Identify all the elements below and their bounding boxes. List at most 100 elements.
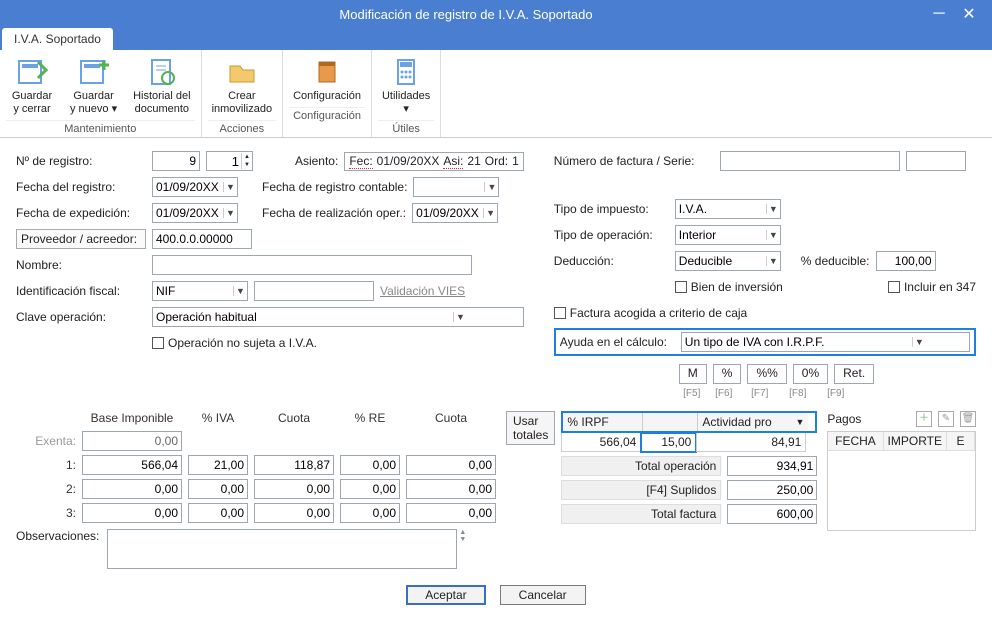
chevron-down-icon[interactable]: ▼ [766, 204, 780, 214]
totals-panel: Usar totales % IRPF Actividad pro▼ 566,0… [506, 411, 817, 569]
ayuda-calc-select[interactable]: ▼ [681, 332, 970, 352]
r2-pctiva[interactable] [188, 479, 248, 499]
pagos-col-importe: IMPORTE [884, 432, 947, 451]
obs-down-icon[interactable]: ▼ [459, 536, 466, 543]
irpf-base[interactable]: 566,04 [561, 433, 641, 452]
idfiscal-tipo-select[interactable]: ▼ [152, 281, 248, 301]
spin-up-icon[interactable]: ▲ [242, 153, 252, 161]
r1-pctre[interactable] [340, 455, 400, 475]
checkbox-icon [888, 281, 900, 293]
chevron-down-icon[interactable]: ▼ [795, 417, 804, 427]
chevron-down-icon[interactable]: ▼ [912, 337, 926, 347]
r1-cuota[interactable] [254, 455, 334, 475]
serie-input[interactable] [906, 151, 966, 171]
pct-irpf-header: % IRPF [563, 413, 643, 431]
r3-cuota[interactable] [254, 503, 334, 523]
obs-up-icon[interactable]: ▲ [459, 529, 466, 536]
suplidos-label[interactable]: [F4] Suplidos [561, 480, 721, 500]
proveedor-input[interactable] [152, 229, 252, 249]
pagos-title: Pagos [827, 412, 861, 426]
r2-cuota[interactable] [254, 479, 334, 499]
guardar-nuevo-button[interactable]: Guardar y nuevo ▾ [66, 54, 121, 118]
historial-button[interactable]: Historial del documento [129, 54, 194, 118]
obs-textarea[interactable] [107, 529, 457, 569]
irpf-pct[interactable]: 15,00 [641, 433, 696, 452]
r3-cuota2[interactable] [406, 503, 496, 523]
deduccion-select[interactable]: ▼ [675, 251, 781, 271]
asiento-label: Asiento: [295, 154, 338, 168]
row3-label: 3: [16, 506, 76, 520]
no-sujeta-checkbox[interactable]: Operación no sujeta a I.V.A. [152, 336, 317, 350]
aceptar-button[interactable]: Aceptar [406, 585, 485, 605]
nombre-input[interactable] [152, 255, 472, 275]
r2-pctre[interactable] [340, 479, 400, 499]
chevron-down-icon[interactable]: ▼ [483, 208, 497, 218]
col-cuota: Cuota [254, 411, 334, 427]
chevron-down-icon[interactable]: ▼ [223, 182, 237, 192]
close-button[interactable]: ✕ [954, 4, 984, 24]
claveop-select[interactable]: ▼ [152, 307, 524, 327]
utilidades-button[interactable]: Utilidades ▾ [378, 54, 434, 118]
numfactura-input[interactable] [720, 151, 900, 171]
r1-cuota2[interactable] [406, 455, 496, 475]
r3-pctre[interactable] [340, 503, 400, 523]
chevron-down-icon[interactable]: ▼ [223, 208, 237, 218]
fecha-expedicion-input[interactable]: ▼ [152, 203, 238, 223]
chevron-down-icon[interactable]: ▼ [233, 286, 247, 296]
ribbon: Guardar y cerrar Guardar y nuevo ▾ Histo… [0, 50, 992, 138]
fecha-reg-contable-input[interactable]: ▼ [413, 177, 499, 197]
fecha-real-oper-input[interactable]: ▼ [412, 203, 498, 223]
validacion-vies-link[interactable]: Validación VIES [380, 284, 465, 298]
cancelar-button[interactable]: Cancelar [500, 585, 586, 605]
calc-m-button[interactable]: M [679, 364, 707, 384]
total-factura-input[interactable] [727, 504, 817, 524]
chevron-down-icon[interactable]: ▼ [766, 256, 780, 266]
lines-grid: Base Imponible % IVA Cuota % RE Cuota Ex… [16, 411, 496, 569]
factura-caja-checkbox[interactable]: Factura acogida a criterio de caja [554, 306, 747, 320]
irpf-header: % IRPF Actividad pro▼ [561, 411, 817, 433]
minimize-button[interactable]: ─ [924, 5, 954, 23]
incluir-347-checkbox[interactable]: Incluir en 347 [888, 280, 976, 294]
fecha-reg-contable-label: Fecha de registro contable: [262, 180, 407, 194]
chevron-down-icon[interactable]: ▼ [766, 230, 780, 240]
configuracion-button[interactable]: Configuración [289, 54, 365, 105]
tipoimp-select[interactable]: ▼ [675, 199, 781, 219]
calc-ret-button[interactable]: Ret. [834, 364, 874, 384]
usar-totales-button[interactable]: Usar totales [506, 411, 555, 445]
nregistro-input[interactable] [152, 151, 200, 171]
spin-down-icon[interactable]: ▼ [242, 161, 252, 169]
bien-inversion-checkbox[interactable]: Bien de inversión [675, 280, 783, 294]
tipoop-select[interactable]: ▼ [675, 225, 781, 245]
r1-pctiva[interactable] [188, 455, 248, 475]
total-operacion-input[interactable] [727, 456, 817, 476]
pago-add-icon[interactable]: ＋ [916, 411, 932, 427]
crear-inmovilizado-button[interactable]: Crear inmovilizado [208, 54, 277, 118]
proveedor-label: Proveedor / acreedor: [16, 229, 146, 249]
r2-base[interactable] [82, 479, 182, 499]
total-factura-label: Total factura [561, 504, 721, 524]
idfiscal-num-input[interactable] [254, 281, 374, 301]
r2-cuota2[interactable] [406, 479, 496, 499]
chevron-down-icon[interactable]: ▼ [453, 312, 467, 322]
calc-pctpct-button[interactable]: %% [747, 364, 786, 384]
r1-base[interactable] [82, 455, 182, 475]
left-column: Nº de registro: ▲▼ Asiento: Fec:01/09/20… [16, 150, 524, 399]
folder-icon [226, 56, 258, 88]
suplidos-input[interactable] [727, 480, 817, 500]
calc-pct-button[interactable]: % [713, 364, 742, 384]
pago-edit-icon[interactable]: ✎ [938, 411, 954, 427]
guardar-cerrar-button[interactable]: Guardar y cerrar [6, 54, 58, 118]
pago-del-icon[interactable]: 🗑 [960, 411, 976, 427]
r3-pctiva[interactable] [188, 503, 248, 523]
tab-iva-soportado[interactable]: I.V.A. Soportado [2, 28, 113, 50]
irpf-importe[interactable]: 84,91 [696, 433, 806, 452]
r3-base[interactable] [82, 503, 182, 523]
exenta-label: Exenta: [16, 434, 76, 448]
pct-deducible-input[interactable] [876, 251, 936, 271]
nregistro-spinner[interactable]: ▲▼ [206, 151, 253, 171]
chevron-down-icon[interactable]: ▼ [484, 182, 498, 192]
actividad-header[interactable]: Actividad pro▼ [698, 413, 808, 431]
calc-0pct-button[interactable]: 0% [793, 364, 828, 384]
claveop-label: Clave operación: [16, 310, 146, 324]
fecha-registro-input[interactable]: ▼ [152, 177, 238, 197]
